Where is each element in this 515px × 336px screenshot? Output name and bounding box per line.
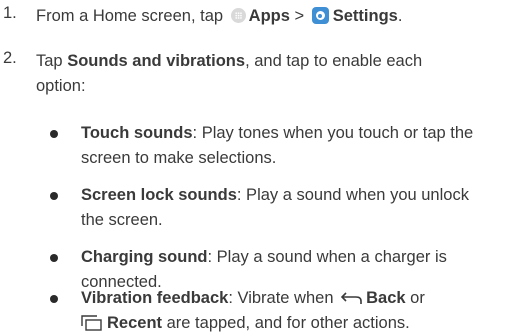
option-desc-post: are tapped, and for other actions. bbox=[166, 314, 410, 332]
bullet-icon bbox=[50, 295, 58, 303]
recent-icon bbox=[81, 315, 102, 331]
step-number: 2. bbox=[3, 49, 17, 67]
apps-label: Apps bbox=[248, 7, 290, 25]
apps-icon bbox=[230, 8, 246, 23]
option-mid: or bbox=[410, 289, 425, 307]
back-label: Back bbox=[366, 289, 406, 307]
step-text: From a Home screen, tap Apps > Settings. bbox=[36, 4, 506, 29]
bullet-icon bbox=[50, 130, 58, 138]
option-title: Vibration feedback bbox=[81, 289, 229, 307]
step-number: 1. bbox=[3, 4, 17, 22]
bullet-icon bbox=[50, 192, 58, 200]
option-text: Vibration feedback: Vibrate when Back or… bbox=[81, 286, 515, 336]
step-text-pre: From a Home screen, tap bbox=[36, 7, 224, 25]
option-title: Touch sounds bbox=[81, 124, 193, 142]
step-text: Tap Sounds and vibrations, and tap to en… bbox=[36, 49, 456, 99]
recent-label: Recent bbox=[107, 314, 163, 332]
sounds-and-vibrations-label: Sounds and vibrations bbox=[67, 52, 246, 70]
separator: > bbox=[294, 7, 305, 25]
settings-label: Settings bbox=[332, 7, 398, 25]
bullet-icon bbox=[50, 254, 58, 262]
option-title: Charging sound bbox=[81, 248, 208, 266]
option-desc: : Vibrate when bbox=[228, 289, 334, 307]
step-text-post: . bbox=[397, 7, 403, 25]
back-icon bbox=[341, 292, 362, 304]
step-text-pre: Tap bbox=[36, 52, 63, 70]
option-text: Screen lock sounds: Play a sound when yo… bbox=[81, 183, 481, 233]
option-text: Touch sounds: Play tones when you touch … bbox=[81, 121, 481, 171]
option-title: Screen lock sounds bbox=[81, 186, 237, 204]
settings-icon bbox=[311, 7, 329, 24]
